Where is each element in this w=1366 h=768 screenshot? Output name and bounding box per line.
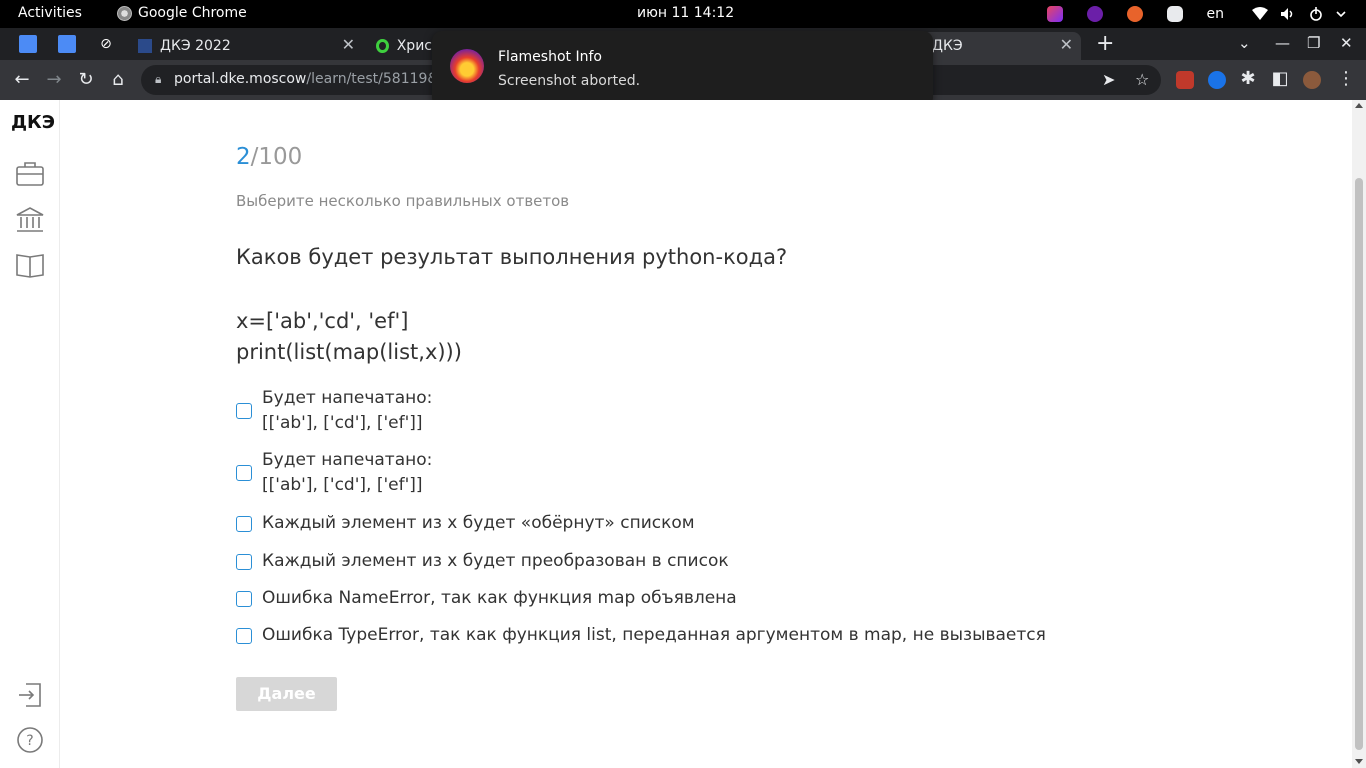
power-icon bbox=[1308, 7, 1324, 21]
tab-title: ДКЭ 2022 bbox=[160, 38, 231, 54]
scrollbar-thumb[interactable] bbox=[1355, 178, 1363, 750]
app-name: Google Chrome bbox=[138, 5, 247, 21]
left-sidebar: ДКЭ ? bbox=[0, 100, 60, 768]
keyboard-layout[interactable]: en bbox=[1207, 6, 1225, 22]
notification-popup[interactable]: Flameshot Info Screenshot aborted. bbox=[432, 31, 933, 107]
flameshot-tray-icon[interactable] bbox=[1086, 6, 1103, 22]
code-line: x=['ab','cd', 'ef'] bbox=[236, 309, 409, 333]
side-panel-icon[interactable]: ◧ bbox=[1270, 68, 1290, 89]
answer-option-4[interactable]: Каждый элемент из x будет преобразован в… bbox=[236, 549, 729, 574]
tab-favicon bbox=[376, 39, 389, 53]
institution-icon[interactable] bbox=[16, 207, 44, 233]
option-label: Будет напечатано: [['ab'], ['cd'], ['ef'… bbox=[262, 450, 433, 495]
close-icon[interactable]: ✕ bbox=[1060, 35, 1073, 54]
tray-app-icon[interactable] bbox=[1046, 6, 1063, 22]
system-tray: en bbox=[1023, 0, 1366, 28]
svg-text:?: ? bbox=[26, 733, 33, 749]
tab-second[interactable]: Хрис bbox=[370, 32, 432, 60]
checkbox[interactable] bbox=[236, 465, 252, 481]
checkbox[interactable] bbox=[236, 553, 252, 570]
clock[interactable]: июн 11 14:12 bbox=[637, 5, 734, 21]
option-label: Ошибка NameError, так как функция map об… bbox=[262, 588, 737, 608]
menu-kebab-icon[interactable]: ⋮ bbox=[1336, 68, 1356, 89]
chrome-icon bbox=[117, 5, 132, 21]
question-counter: 2/100 bbox=[236, 144, 302, 170]
code-line: print(list(map(list,x))) bbox=[236, 340, 462, 364]
new-tab-button[interactable]: + bbox=[1096, 31, 1114, 56]
option-label: Ошибка TypeError, так как функция list, … bbox=[262, 625, 1046, 645]
flameshot-logo-icon bbox=[450, 49, 484, 83]
current-question-number: 2 bbox=[236, 144, 251, 170]
maximize-button[interactable]: ❐ bbox=[1307, 34, 1320, 52]
discord-icon[interactable] bbox=[1166, 6, 1183, 22]
close-icon[interactable]: ✕ bbox=[342, 35, 355, 54]
lock-icon[interactable]: 🔒︎ bbox=[155, 72, 161, 87]
home-icon[interactable]: ⌂ bbox=[108, 69, 128, 90]
os-top-bar: Activities Google Chrome июн 11 14:12 en bbox=[0, 0, 1366, 28]
page-viewport: ДКЭ ? 2/100 Выберите несколько правильны… bbox=[0, 100, 1366, 768]
extension-mail-icon[interactable] bbox=[1176, 71, 1194, 89]
total-questions: /100 bbox=[250, 144, 303, 170]
reload-icon[interactable]: ↻ bbox=[76, 69, 96, 90]
answer-option-2[interactable]: Будет напечатано: [['ab'], ['cd'], ['ef'… bbox=[236, 448, 432, 498]
option-label: Каждый элемент из x будет преобразован в… bbox=[262, 551, 729, 571]
extension-infinity-icon[interactable] bbox=[1208, 71, 1226, 89]
book-icon[interactable] bbox=[16, 252, 44, 278]
back-arrow-icon[interactable]: ← bbox=[12, 69, 32, 90]
scroll-down-icon[interactable] bbox=[1355, 759, 1363, 764]
option-label: Каждый элемент из x будет «обёрнут» спис… bbox=[262, 513, 695, 533]
tab-title: ДКЭ bbox=[932, 38, 963, 54]
checkbox[interactable] bbox=[236, 590, 252, 607]
answer-option-1[interactable]: Будет напечатано: [['ab'], ['cd'], ['ef'… bbox=[236, 386, 432, 436]
system-menu[interactable] bbox=[1252, 7, 1352, 21]
url-text[interactable]: portal.dke.moscow/learn/test/58119&exe bbox=[174, 71, 463, 87]
notification-body: Screenshot aborted. bbox=[498, 73, 641, 89]
answer-option-5[interactable]: Ошибка NameError, так как функция map об… bbox=[236, 586, 737, 611]
answer-option-3[interactable]: Каждый элемент из x будет «обёрнут» спис… bbox=[236, 511, 695, 536]
app-menu[interactable]: Google Chrome bbox=[117, 5, 247, 21]
chevron-down-icon bbox=[1336, 7, 1352, 21]
briefcase-icon[interactable] bbox=[16, 161, 44, 187]
close-window-button[interactable]: ✕ bbox=[1340, 34, 1353, 52]
tray-notify-icon[interactable] bbox=[1126, 6, 1143, 22]
pinned-tab-docs-icon[interactable] bbox=[58, 35, 76, 53]
page-scrollbar[interactable] bbox=[1352, 100, 1366, 768]
minimize-button[interactable]: — bbox=[1275, 34, 1290, 52]
activities-button[interactable]: Activities bbox=[18, 5, 82, 21]
scroll-up-icon[interactable] bbox=[1355, 103, 1363, 108]
logout-icon[interactable] bbox=[16, 682, 44, 708]
pinned-tab-docs-icon[interactable] bbox=[19, 35, 37, 53]
answer-option-6[interactable]: Ошибка TypeError, так как функция list, … bbox=[236, 623, 1046, 648]
bookmark-star-icon[interactable]: ☆ bbox=[1135, 70, 1149, 89]
send-icon[interactable]: ➤ bbox=[1102, 70, 1115, 89]
tab-title: Хрис bbox=[396, 38, 432, 54]
avatar[interactable] bbox=[1303, 71, 1321, 89]
option-label: Будет напечатано: [['ab'], ['cd'], ['ef'… bbox=[262, 388, 433, 433]
code-snippet: x=['ab','cd', 'ef'] print(list(map(list,… bbox=[236, 306, 462, 368]
volume-icon bbox=[1280, 7, 1296, 21]
notification-title: Flameshot Info bbox=[498, 49, 602, 65]
tab-search-chevron-icon[interactable]: ⌄ bbox=[1238, 34, 1251, 52]
tab-dke-2022[interactable]: ДКЭ 2022 ✕ bbox=[130, 32, 363, 60]
question-text: Каков будет результат выполнения python-… bbox=[236, 245, 788, 269]
pinned-tab-link-icon[interactable]: ⊘ bbox=[97, 35, 115, 53]
answer-hint: Выберите несколько правильных ответов bbox=[236, 192, 570, 210]
checkbox[interactable] bbox=[236, 627, 252, 644]
extensions-puzzle-icon[interactable]: ✱ bbox=[1238, 68, 1258, 89]
checkbox[interactable] bbox=[236, 515, 252, 532]
next-button[interactable]: Далее bbox=[236, 677, 337, 711]
dke-favicon bbox=[138, 39, 152, 53]
dke-logo[interactable]: ДКЭ bbox=[11, 112, 55, 133]
help-icon[interactable]: ? bbox=[16, 727, 44, 753]
checkbox[interactable] bbox=[236, 403, 252, 419]
forward-arrow-icon[interactable]: → bbox=[44, 69, 64, 90]
wifi-icon bbox=[1252, 7, 1268, 21]
